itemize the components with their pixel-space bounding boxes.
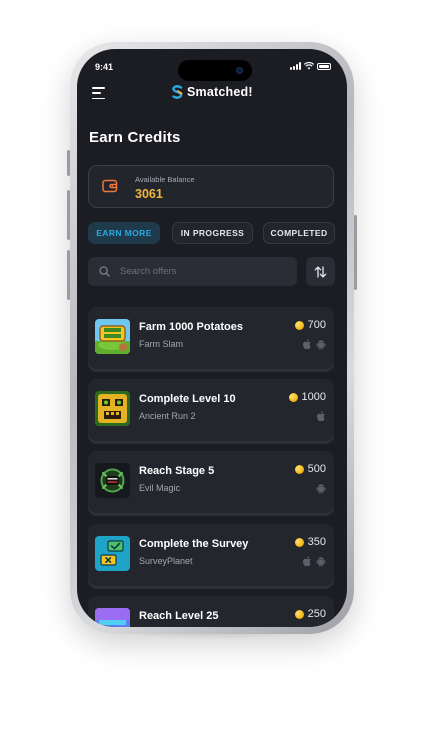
phone-power-button (354, 215, 357, 290)
platform-icons (316, 483, 326, 494)
offer-card[interactable]: Farm 1000 Potatoes Farm Slam 700 (88, 307, 334, 369)
offer-card[interactable]: Complete Level 10 Ancient Run 2 1000 (88, 379, 334, 441)
reward-amount: 500 (307, 463, 326, 475)
tab-in-progress[interactable]: IN PROGRESS (172, 222, 253, 244)
status-icons (290, 62, 331, 70)
balance-value: 3061 (135, 187, 163, 201)
dynamic-island (178, 60, 252, 81)
offer-card[interactable]: Complete the Survey SurveyPlanet 350 (88, 524, 334, 586)
tab-completed[interactable]: COMPLETED (263, 222, 335, 244)
coin-icon (288, 392, 298, 402)
app-name: Smatched! (187, 85, 253, 99)
offer-reward: 250 (294, 608, 326, 620)
surveyplanet-icon (95, 536, 130, 571)
offer-game-name: Farm Slam (139, 339, 184, 349)
reward-amount: 700 (307, 319, 326, 331)
tab-earn-more[interactable]: EARN MORE (88, 222, 160, 244)
reward-amount: 250 (307, 608, 326, 620)
offer-title: Complete the Survey (139, 538, 249, 550)
search-input[interactable] (120, 257, 290, 286)
apple-icon (303, 339, 311, 350)
android-icon (316, 484, 326, 494)
offer-card[interactable]: Reach Level 25 250 (88, 596, 334, 627)
front-camera-icon (236, 67, 243, 74)
android-icon (316, 340, 326, 350)
battery-icon (317, 62, 331, 70)
balance-label: Available Balance (135, 175, 195, 184)
signal-icon (290, 62, 301, 70)
offer-game-name: Evil Magic (139, 483, 181, 493)
status-time: 9:41 (95, 62, 114, 72)
offer-game-name: Ancient Run 2 (139, 411, 196, 421)
search-bar (88, 257, 297, 286)
wallet-icon (102, 179, 118, 193)
offer-reward: 500 (294, 463, 326, 475)
platform-icons (316, 411, 326, 422)
offer-title: Complete Level 10 (139, 393, 236, 405)
offer-title: Reach Level 25 (139, 610, 219, 622)
evil-magic-game-icon (95, 463, 130, 498)
reward-amount: 350 (307, 536, 326, 548)
wifi-icon (304, 62, 314, 70)
balance-card: Available Balance 3061 (88, 165, 334, 208)
offer-reward: 350 (294, 536, 326, 548)
offer-tabs: EARN MORE IN PROGRESS COMPLETED (88, 222, 336, 244)
coin-icon (294, 537, 304, 547)
sort-icon (314, 265, 327, 278)
reward-amount: 1000 (301, 391, 326, 403)
ancient-run-game-icon (95, 391, 130, 426)
search-icon (99, 266, 110, 277)
platform-icons (302, 556, 326, 567)
offer-card[interactable]: Reach Stage 5 Evil Magic 500 (88, 451, 334, 513)
apple-icon (303, 556, 311, 567)
smatched-logo-icon (172, 85, 183, 99)
offer-title: Reach Stage 5 (139, 465, 215, 477)
sort-button[interactable] (306, 257, 335, 286)
coin-icon (294, 609, 304, 619)
offer-reward: 700 (294, 319, 326, 331)
page-title: Earn Credits (89, 129, 181, 146)
menu-button[interactable] (92, 87, 105, 99)
offer-reward: 1000 (288, 391, 326, 403)
phone-screen: 9:41 Smatched! Earn Credits Available Ba… (77, 49, 347, 627)
game-icon (95, 608, 130, 627)
offer-title: Farm 1000 Potatoes (139, 321, 243, 333)
apple-icon (317, 411, 325, 422)
coin-icon (294, 320, 304, 330)
offer-game-name: SurveyPlanet (139, 556, 193, 566)
coin-icon (294, 464, 304, 474)
platform-icons (302, 339, 326, 350)
android-icon (316, 557, 326, 567)
farm-slam-game-icon (95, 319, 130, 354)
app-logo: Smatched! (172, 85, 253, 99)
